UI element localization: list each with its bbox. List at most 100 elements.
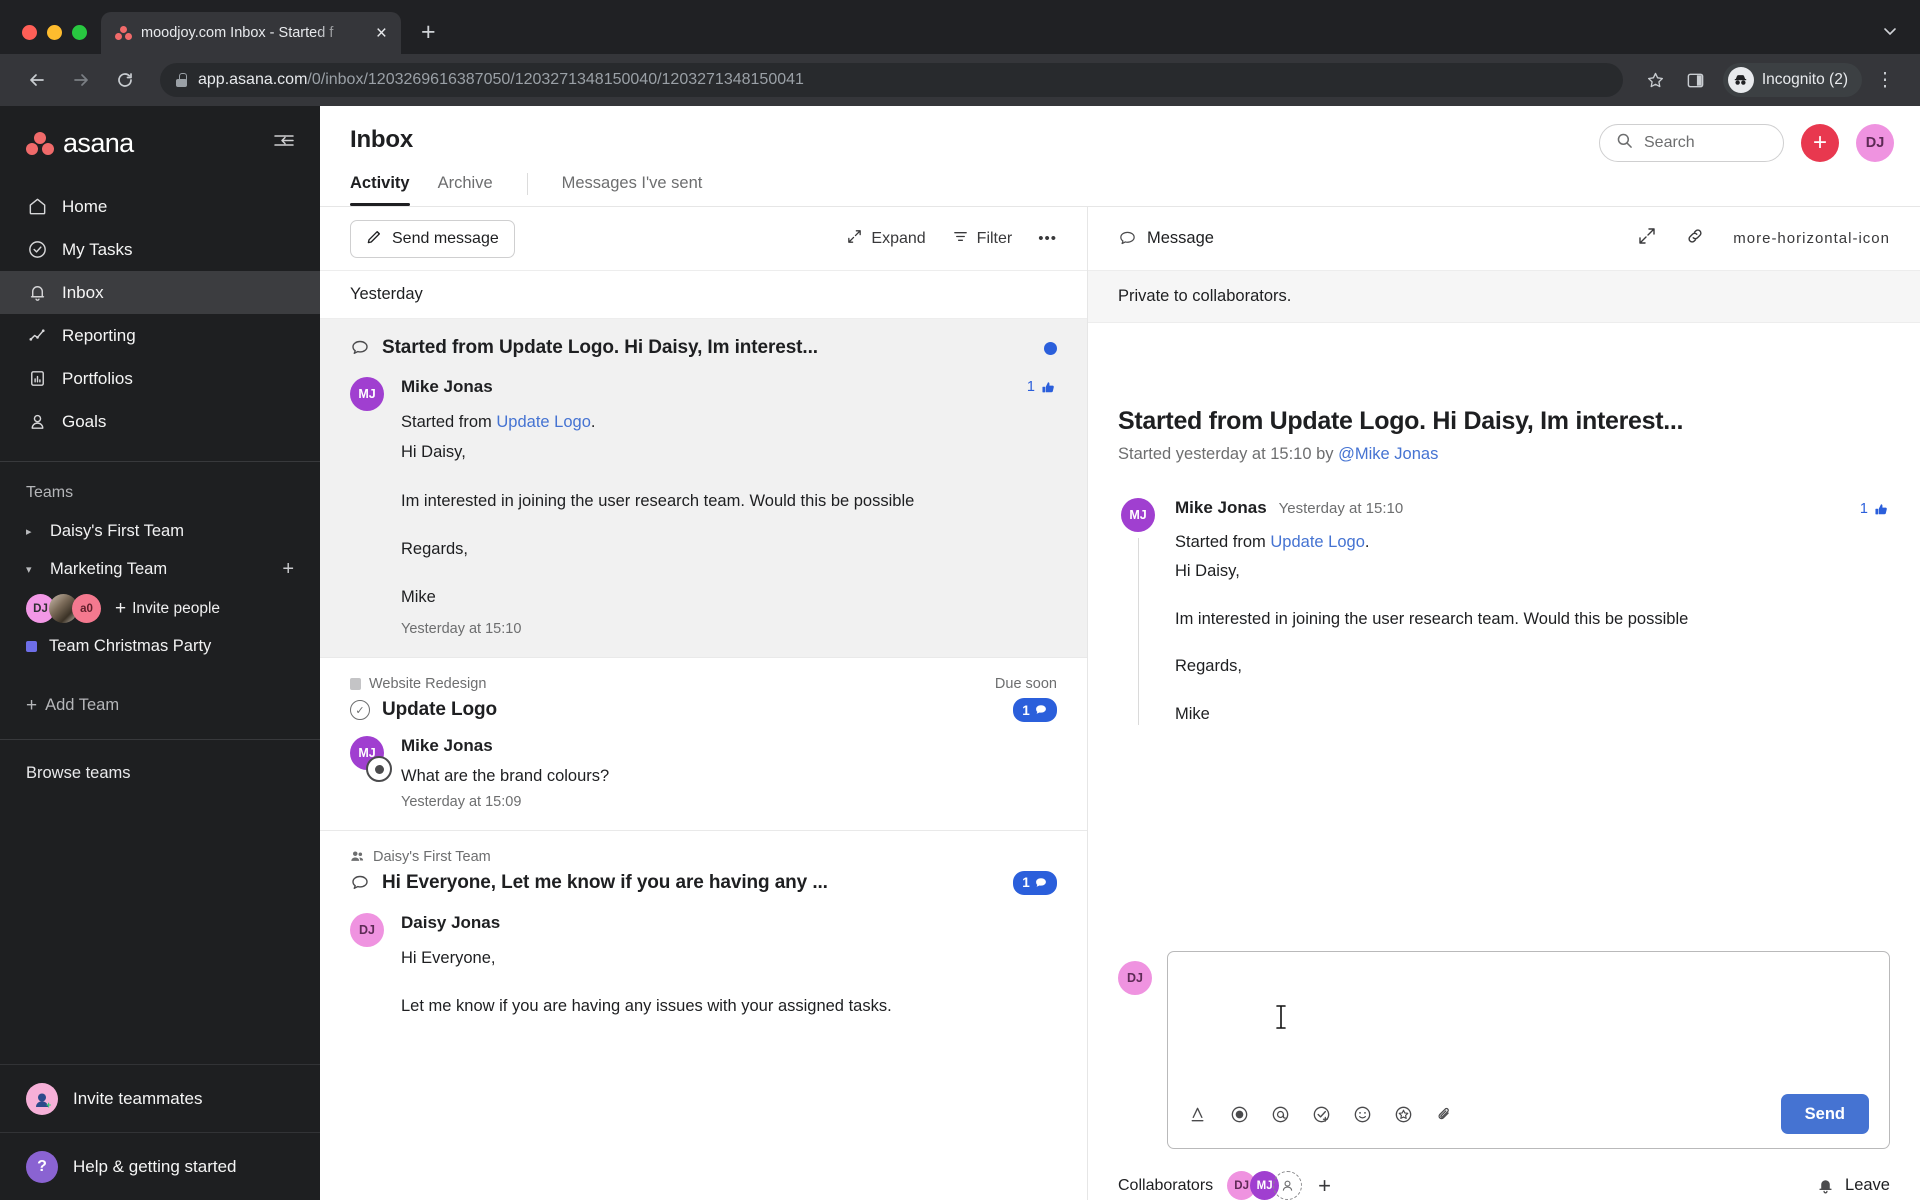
bookmark-star-icon[interactable] bbox=[1639, 63, 1673, 97]
tab-archive[interactable]: Archive bbox=[422, 166, 509, 206]
sidebar-item-inbox[interactable]: Inbox bbox=[0, 271, 320, 314]
text-format-icon[interactable] bbox=[1188, 1104, 1209, 1125]
inbox-more-options-icon[interactable]: ••• bbox=[1038, 230, 1057, 247]
add-team-button[interactable]: + Add Team bbox=[0, 685, 320, 725]
help-button[interactable]: ? Help & getting started bbox=[0, 1132, 320, 1200]
detail-title: Started from Update Logo. Hi Daisy, Im i… bbox=[1118, 407, 1684, 435]
collapse-sidebar-icon[interactable] bbox=[272, 131, 296, 156]
mention-link[interactable]: @Mike Jonas bbox=[1338, 445, 1438, 463]
task-check-icon[interactable]: ✓ bbox=[350, 700, 370, 721]
tab-activity[interactable]: Activity bbox=[350, 166, 422, 206]
inbox-item[interactable]: Started from Update Logo. Hi Daisy, Im i… bbox=[320, 319, 1087, 659]
record-icon[interactable] bbox=[1229, 1104, 1250, 1125]
update-logo-link[interactable]: Update Logo bbox=[1270, 533, 1365, 551]
forward-button[interactable] bbox=[62, 61, 100, 99]
message-line: What are the brand colours? bbox=[401, 767, 610, 786]
avatar[interactable]: a0 bbox=[72, 594, 101, 623]
message-timestamp: Yesterday at 15:10 bbox=[1278, 500, 1404, 517]
send-message-button[interactable]: Send message bbox=[350, 219, 515, 258]
asana-logo[interactable]: asana bbox=[26, 128, 134, 159]
asana-wordmark: asana bbox=[63, 128, 134, 158]
sidebar-item-reporting[interactable]: Reporting bbox=[0, 314, 320, 357]
browser-menu-icon[interactable]: ⋮ bbox=[1868, 63, 1902, 97]
sidebar-item-portfolios[interactable]: Portfolios bbox=[0, 357, 320, 400]
like-count-value: 1 bbox=[1026, 379, 1035, 395]
minimize-window-button[interactable] bbox=[47, 25, 62, 40]
side-panel-icon[interactable] bbox=[1679, 63, 1713, 97]
reload-button[interactable] bbox=[106, 61, 144, 99]
team-label: Daisy's First Team bbox=[50, 521, 184, 540]
incognito-indicator[interactable]: Incognito (2) bbox=[1722, 63, 1862, 97]
avatar[interactable]: MJ bbox=[350, 377, 384, 411]
browser-window: moodjoy.com Inbox - Started f × + app.as… bbox=[0, 0, 1920, 1200]
url-host: app.asana.com bbox=[198, 71, 308, 88]
comment-composer: DJ Send bbox=[1088, 951, 1920, 1149]
sidebar-item-label: Reporting bbox=[62, 325, 136, 345]
maximize-window-button[interactable] bbox=[72, 25, 87, 40]
like-count[interactable]: 1 bbox=[1027, 379, 1057, 396]
sidebar-team-marketing-team[interactable]: ▾ Marketing Team + bbox=[0, 550, 320, 588]
breadcrumb-label: Website Redesign bbox=[369, 676, 487, 693]
browser-toolbar: app.asana.com/0/inbox/1203269616387050/1… bbox=[0, 54, 1920, 106]
project-label: Team Christmas Party bbox=[49, 636, 212, 655]
browse-teams-button[interactable]: Browse teams bbox=[0, 740, 320, 807]
sidebar-project-team-christmas-party[interactable]: Team Christmas Party bbox=[0, 627, 320, 665]
search-input[interactable]: Search bbox=[1599, 124, 1784, 162]
invite-people-button[interactable]: + Invite people bbox=[115, 599, 220, 618]
help-icon: ? bbox=[26, 1150, 58, 1183]
back-button[interactable] bbox=[18, 61, 56, 99]
sticker-icon[interactable] bbox=[1393, 1104, 1414, 1125]
avatar[interactable]: MJ bbox=[1121, 498, 1155, 532]
inbox-toolbar-right: Expand Filter ••• bbox=[846, 228, 1057, 250]
message-line: Started from Update Logo. bbox=[1175, 533, 1370, 551]
comment-input[interactable] bbox=[1168, 952, 1889, 1084]
add-task-icon[interactable] bbox=[1311, 1104, 1332, 1125]
goal-icon bbox=[26, 411, 48, 433]
update-logo-link[interactable]: Update Logo bbox=[496, 413, 591, 431]
mention-icon[interactable] bbox=[1270, 1104, 1291, 1125]
emoji-icon[interactable] bbox=[1352, 1104, 1373, 1125]
chevron-down-icon[interactable]: ▾ bbox=[26, 563, 40, 576]
inbox-item[interactable]: Daisy's First Team Hi Everyone, Let me k… bbox=[320, 831, 1087, 1038]
sidebar-item-home[interactable]: Home bbox=[0, 185, 320, 228]
message-line: Hi Daisy, bbox=[1175, 562, 1240, 581]
tab-messages-ive-sent[interactable]: Messages I've sent bbox=[546, 166, 719, 206]
browser-tab[interactable]: moodjoy.com Inbox - Started f × bbox=[101, 12, 401, 54]
message-line: Regards, bbox=[401, 539, 468, 558]
more-horizontal-icon[interactable]: more-horizontal-icon bbox=[1733, 230, 1890, 247]
like-count[interactable]: 1 bbox=[1860, 501, 1890, 518]
send-button[interactable]: Send bbox=[1780, 1094, 1869, 1134]
inbox-item[interactable]: Website Redesign Due soon ✓ Update Logo … bbox=[320, 658, 1087, 831]
avatar[interactable]: DJ bbox=[350, 912, 384, 947]
comment-box[interactable]: Send bbox=[1167, 951, 1890, 1149]
add-collaborator-button[interactable]: + bbox=[1318, 1174, 1331, 1197]
close-window-button[interactable] bbox=[22, 25, 37, 40]
sidebar-item-goals[interactable]: Goals bbox=[0, 400, 320, 443]
message-line: Regards, bbox=[1175, 657, 1242, 676]
new-tab-button[interactable]: + bbox=[421, 20, 436, 45]
expand-diagonal-icon[interactable] bbox=[1637, 226, 1657, 251]
help-label: Help & getting started bbox=[73, 1156, 237, 1176]
invite-teammates-button[interactable]: + Invite teammates bbox=[0, 1064, 320, 1132]
chevron-right-icon[interactable]: ▸ bbox=[26, 525, 40, 538]
thread-rail: MJ bbox=[1118, 498, 1158, 726]
leave-button[interactable]: Leave bbox=[1816, 1176, 1890, 1195]
url-path: /0/inbox/1203269616387050/12032713481500… bbox=[307, 71, 804, 88]
inbox-item-body: MJ Mike Jonas What are the brand colours… bbox=[350, 736, 1057, 810]
expand-button[interactable]: Expand bbox=[846, 228, 926, 250]
attachment-icon[interactable] bbox=[1434, 1104, 1455, 1125]
create-button[interactable]: + bbox=[1801, 124, 1839, 162]
close-tab-icon[interactable]: × bbox=[372, 22, 391, 45]
add-collaborator-placeholder-icon[interactable] bbox=[1273, 1171, 1303, 1200]
add-to-team-icon[interactable]: + bbox=[282, 559, 294, 579]
sidebar-team-daisys-first-team[interactable]: ▸ Daisy's First Team bbox=[0, 512, 320, 550]
filter-button[interactable]: Filter bbox=[952, 228, 1012, 250]
breadcrumb-label: Daisy's First Team bbox=[373, 848, 491, 865]
sidebar-item-my-tasks[interactable]: My Tasks bbox=[0, 228, 320, 271]
sidebar-item-label: Home bbox=[62, 196, 108, 216]
link-icon[interactable] bbox=[1685, 226, 1705, 251]
tab-list-chevron-icon[interactable] bbox=[1882, 23, 1898, 44]
user-avatar[interactable]: DJ bbox=[1856, 124, 1894, 162]
inbox-item-status: 1 bbox=[1013, 870, 1057, 895]
address-bar[interactable]: app.asana.com/0/inbox/1203269616387050/1… bbox=[160, 63, 1623, 97]
